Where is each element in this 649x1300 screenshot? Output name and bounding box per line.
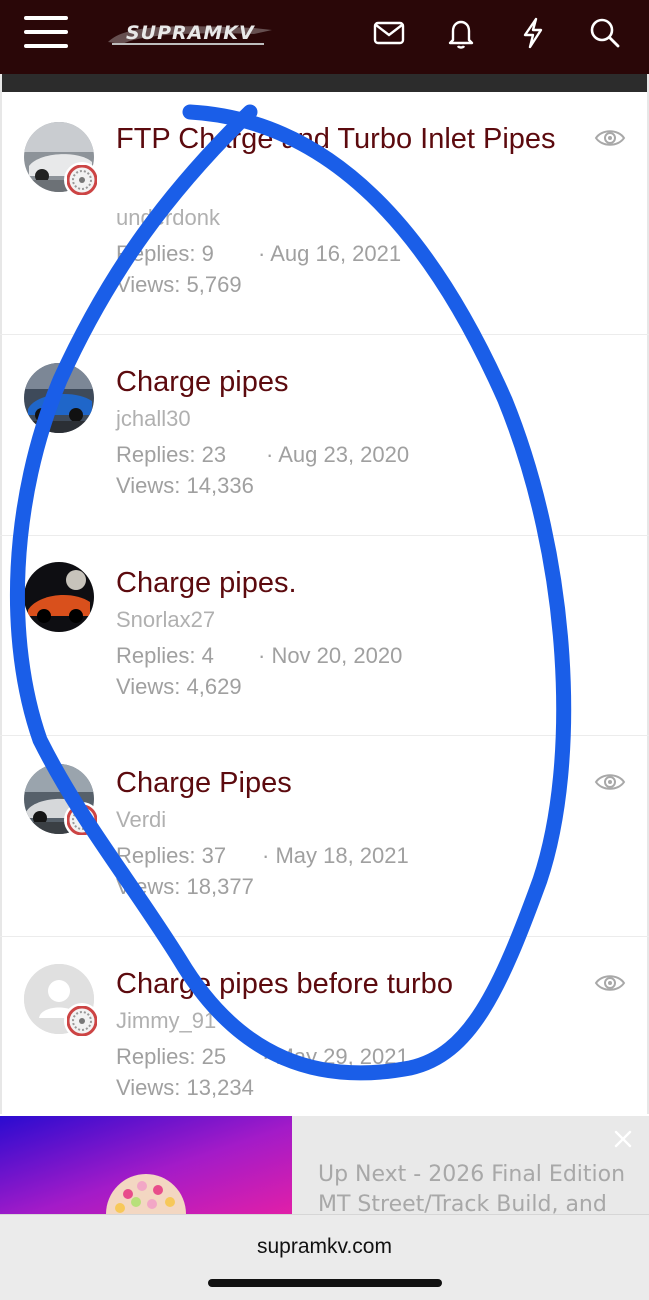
- thread-views: Views: 4,629: [116, 674, 242, 699]
- watch-eye-icon[interactable]: [594, 770, 626, 794]
- logo-text: SUPRAMKV: [126, 22, 255, 44]
- thread-replies: Replies: 23: [116, 442, 227, 467]
- thread-item[interactable]: Charge pipes jchall30 Replies: 23 · Aug …: [0, 335, 649, 536]
- thread-item[interactable]: FTP Charge and Turbo Inlet Pipes underdo…: [0, 92, 649, 335]
- lightning-icon[interactable]: [516, 16, 550, 50]
- thread-author[interactable]: Snorlax27: [116, 607, 215, 633]
- watch-eye-icon[interactable]: [594, 971, 626, 995]
- badge-wheel-icon: [64, 802, 100, 838]
- mail-icon[interactable]: [372, 16, 406, 50]
- top-nav-bar: SUPRAMKV: [0, 0, 649, 74]
- badge-wheel-icon: [64, 1003, 100, 1039]
- thread-author[interactable]: Verdi: [116, 807, 166, 833]
- thread-views: Views: 13,234: [116, 1075, 254, 1100]
- close-icon[interactable]: [612, 1128, 634, 1150]
- thread-date: · May 18, 2021: [262, 843, 409, 868]
- thread-title[interactable]: Charge pipes.: [116, 562, 576, 604]
- ad-thumbnail[interactable]: [0, 1116, 292, 1214]
- ad-text[interactable]: Up Next - 2026 Final Edition MT Street/T…: [318, 1160, 638, 1214]
- header-divider: [0, 74, 649, 92]
- thread-title[interactable]: Charge pipes: [116, 361, 576, 403]
- thread-title[interactable]: Charge Pipes: [116, 762, 576, 804]
- thread-author[interactable]: Jimmy_91: [116, 1008, 216, 1034]
- bell-icon[interactable]: [444, 16, 478, 50]
- thread-item[interactable]: Charge pipes before turbo Jimmy_91 Repli…: [0, 937, 649, 1116]
- thread-views: Views: 18,377: [116, 874, 254, 899]
- thread-date: · Aug 16, 2021: [258, 241, 402, 266]
- site-logo[interactable]: SUPRAMKV: [104, 20, 276, 48]
- thread-replies: Replies: 25: [116, 1044, 227, 1069]
- up-next-ad[interactable]: Up Next - 2026 Final Edition MT Street/T…: [0, 1116, 649, 1214]
- thread-date: · Nov 20, 2020: [258, 643, 403, 668]
- thread-item[interactable]: Charge Pipes Verdi Replies: 37 · May 18,…: [0, 736, 649, 937]
- avatar[interactable]: [24, 562, 94, 632]
- thread-author[interactable]: underdonk: [116, 205, 220, 231]
- thread-date: · May 29, 2021: [262, 1044, 409, 1069]
- thread-views: Views: 14,336: [116, 473, 254, 498]
- thread-author[interactable]: jchall30: [116, 406, 191, 432]
- badge-wheel-icon: [64, 162, 100, 198]
- thread-title[interactable]: FTP Charge and Turbo Inlet Pipes: [116, 118, 576, 160]
- watch-eye-icon[interactable]: [594, 126, 626, 150]
- browser-address-bar[interactable]: supramkv.com: [0, 1214, 649, 1300]
- thread-item[interactable]: Charge pipes. Snorlax27 Replies: 4 · Nov…: [0, 536, 649, 736]
- avatar[interactable]: [24, 363, 94, 433]
- home-indicator[interactable]: [208, 1279, 442, 1287]
- thread-replies: Replies: 9: [116, 241, 214, 266]
- thread-title[interactable]: Charge pipes before turbo: [116, 963, 576, 1005]
- thread-views: Views: 5,769: [116, 272, 242, 297]
- search-icon[interactable]: [588, 16, 622, 50]
- menu-icon[interactable]: [24, 14, 68, 50]
- url-text[interactable]: supramkv.com: [0, 1235, 649, 1259]
- thread-replies: Replies: 37: [116, 843, 227, 868]
- thread-date: · Aug 23, 2020: [266, 442, 410, 467]
- thread-replies: Replies: 4: [116, 643, 214, 668]
